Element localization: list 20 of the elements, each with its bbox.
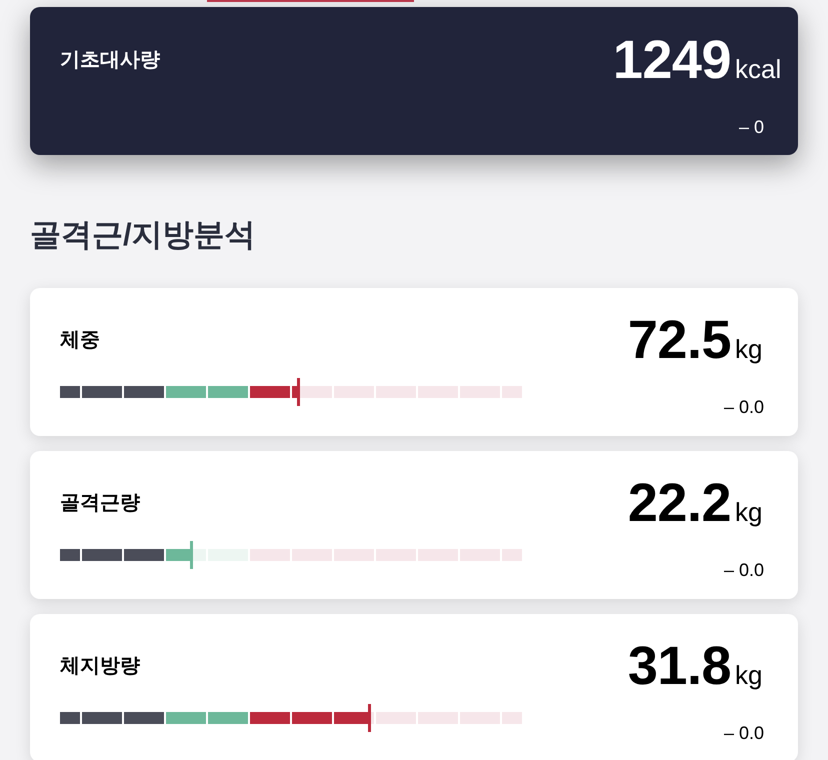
- gauge-marker: [190, 541, 193, 569]
- metric-value: 72.5: [628, 314, 731, 366]
- metric-value: 22.2: [628, 477, 731, 529]
- card-title: 기초대사량: [60, 48, 160, 73]
- change-value: – 0.0: [724, 396, 764, 419]
- gauge-marker: [296, 378, 300, 406]
- metric-label: 골격근량: [60, 491, 140, 516]
- section-title: 골격근/지방분석: [30, 216, 256, 254]
- change-value: – 0: [738, 116, 764, 138]
- metric-value: 1249: [612, 34, 731, 86]
- unit-label: kg: [735, 497, 762, 527]
- metric-label: 체중: [60, 328, 100, 353]
- metric-value: 31.8: [628, 640, 731, 692]
- gauge-marker: [368, 704, 372, 732]
- change-value: – 0.0: [724, 722, 764, 745]
- change-value: – 0.0: [724, 559, 764, 582]
- unit-label: kcal: [735, 54, 782, 84]
- unit-label: kg: [735, 334, 762, 364]
- metric-label: 체지방량: [60, 654, 140, 679]
- unit-label: kg: [735, 660, 762, 690]
